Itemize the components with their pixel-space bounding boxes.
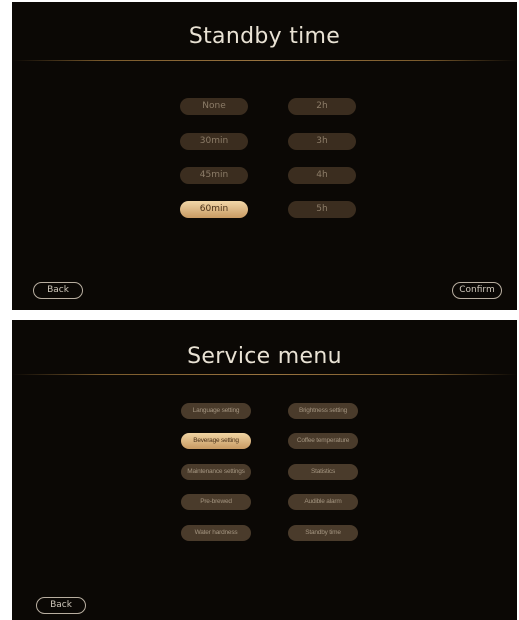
- option-none[interactable]: None: [180, 98, 248, 115]
- menu-item-audible-alarm[interactable]: Audible alarm: [288, 494, 358, 510]
- menu-item-coffee-temperature[interactable]: Coffee temperature: [288, 433, 358, 449]
- menu-item-language-setting[interactable]: Language setting: [181, 403, 251, 419]
- back-button[interactable]: Back: [33, 282, 83, 299]
- menu-item-beverage-setting[interactable]: Beverage setting: [181, 433, 251, 449]
- title-divider: [12, 60, 517, 61]
- option-4h[interactable]: 4h: [288, 167, 356, 184]
- confirm-button[interactable]: Confirm: [452, 282, 502, 299]
- title-divider: [12, 374, 517, 375]
- menu-item-standby-time[interactable]: Standby time: [288, 525, 358, 541]
- service-title: Service menu: [187, 344, 342, 369]
- menu-item-statistics[interactable]: Statistics: [288, 464, 358, 480]
- menu-item-water-hardness[interactable]: Water hardness: [181, 525, 251, 541]
- back-button[interactable]: Back: [36, 597, 86, 614]
- option-60min[interactable]: 60min: [180, 201, 248, 218]
- option-3h[interactable]: 3h: [288, 133, 356, 150]
- option-30min[interactable]: 30min: [180, 133, 248, 150]
- standby-title: Standby time: [188, 24, 341, 49]
- menu-item-brightness-setting[interactable]: Brightness setting: [288, 403, 358, 419]
- service-menu-screen: Service menu Language setting Beverage s…: [12, 320, 517, 620]
- option-5h[interactable]: 5h: [288, 201, 356, 218]
- option-2h[interactable]: 2h: [288, 98, 356, 115]
- menu-item-maintenance-settings[interactable]: Maintenance settings: [181, 464, 251, 480]
- option-45min[interactable]: 45min: [180, 167, 248, 184]
- menu-item-pre-brewed[interactable]: Pre-brewed: [181, 494, 251, 510]
- standby-time-screen: Standby time None 30min 45min 60min 2h 3…: [12, 2, 517, 310]
